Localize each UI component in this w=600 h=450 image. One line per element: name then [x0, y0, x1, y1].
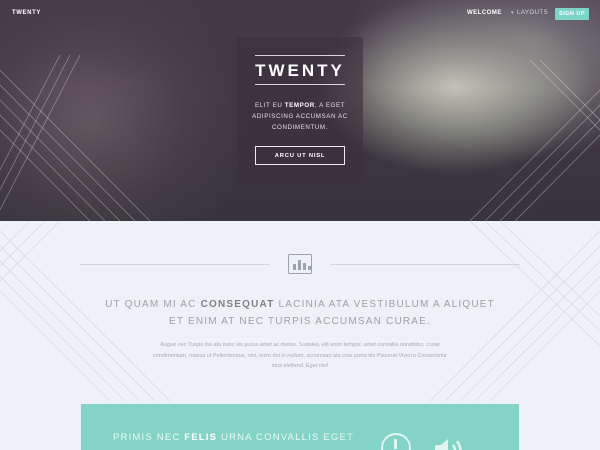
divider-left: [80, 264, 270, 265]
nav-item-layouts[interactable]: ▾ LAYOUTS: [511, 10, 548, 16]
bar-chart-icon: [288, 254, 312, 274]
hero-subtitle-bold: TEMPOR: [284, 102, 315, 109]
clock-icon: [381, 433, 411, 450]
hero-rule-bottom: [255, 84, 345, 85]
headline-bold: CONSEQUAT: [200, 299, 275, 310]
feature-band: PRIMIS NEC FELIS URNA CONVALLIS EGET: [81, 404, 519, 450]
hero-subtitle: ELIT EU TEMPOR, A EGET ADIPISCING ACCUMS…: [247, 100, 353, 133]
nav-item-layouts-label: LAYOUTS: [517, 10, 549, 16]
section-headline: UT QUAM MI AC CONSEQUAT LACINIA ATA VEST…: [100, 297, 500, 330]
nav-item-welcome[interactable]: WELCOME: [467, 10, 502, 16]
feature-text-pre: PRIMIS NEC: [113, 432, 185, 443]
section-body: Augue nec Turpis dui ata nunc vis purus …: [153, 342, 447, 369]
hero-card: TWENTY ELIT EU TEMPOR, A EGET ADIPISCING…: [237, 37, 363, 184]
feature-text: PRIMIS NEC FELIS URNA CONVALLIS EGET: [113, 432, 354, 443]
hero-banner: TWENTY WELCOME ▾ LAYOUTS SIGN UP TWENTY …: [0, 0, 600, 221]
hero-rule-top: [255, 55, 345, 56]
hero-subtitle-pre: ELIT EU: [254, 102, 285, 109]
feature-text-bold: FELIS: [184, 432, 218, 443]
chevron-down-icon: ▾: [511, 10, 515, 16]
signup-button[interactable]: SIGN UP: [555, 8, 589, 20]
divider-right: [330, 264, 520, 265]
brand-logo[interactable]: TWENTY: [12, 10, 41, 16]
speaker-icon: [435, 439, 462, 450]
hero-title: TWENTY: [255, 61, 345, 80]
hero-cta-button[interactable]: ARCU UT NISL: [255, 146, 345, 165]
feature-text-post: URNA CONVALLIS EGET: [217, 432, 354, 443]
headline-pre: UT QUAM MI AC: [105, 299, 201, 310]
top-nav: TWENTY WELCOME ▾ LAYOUTS SIGN UP: [0, 0, 600, 28]
